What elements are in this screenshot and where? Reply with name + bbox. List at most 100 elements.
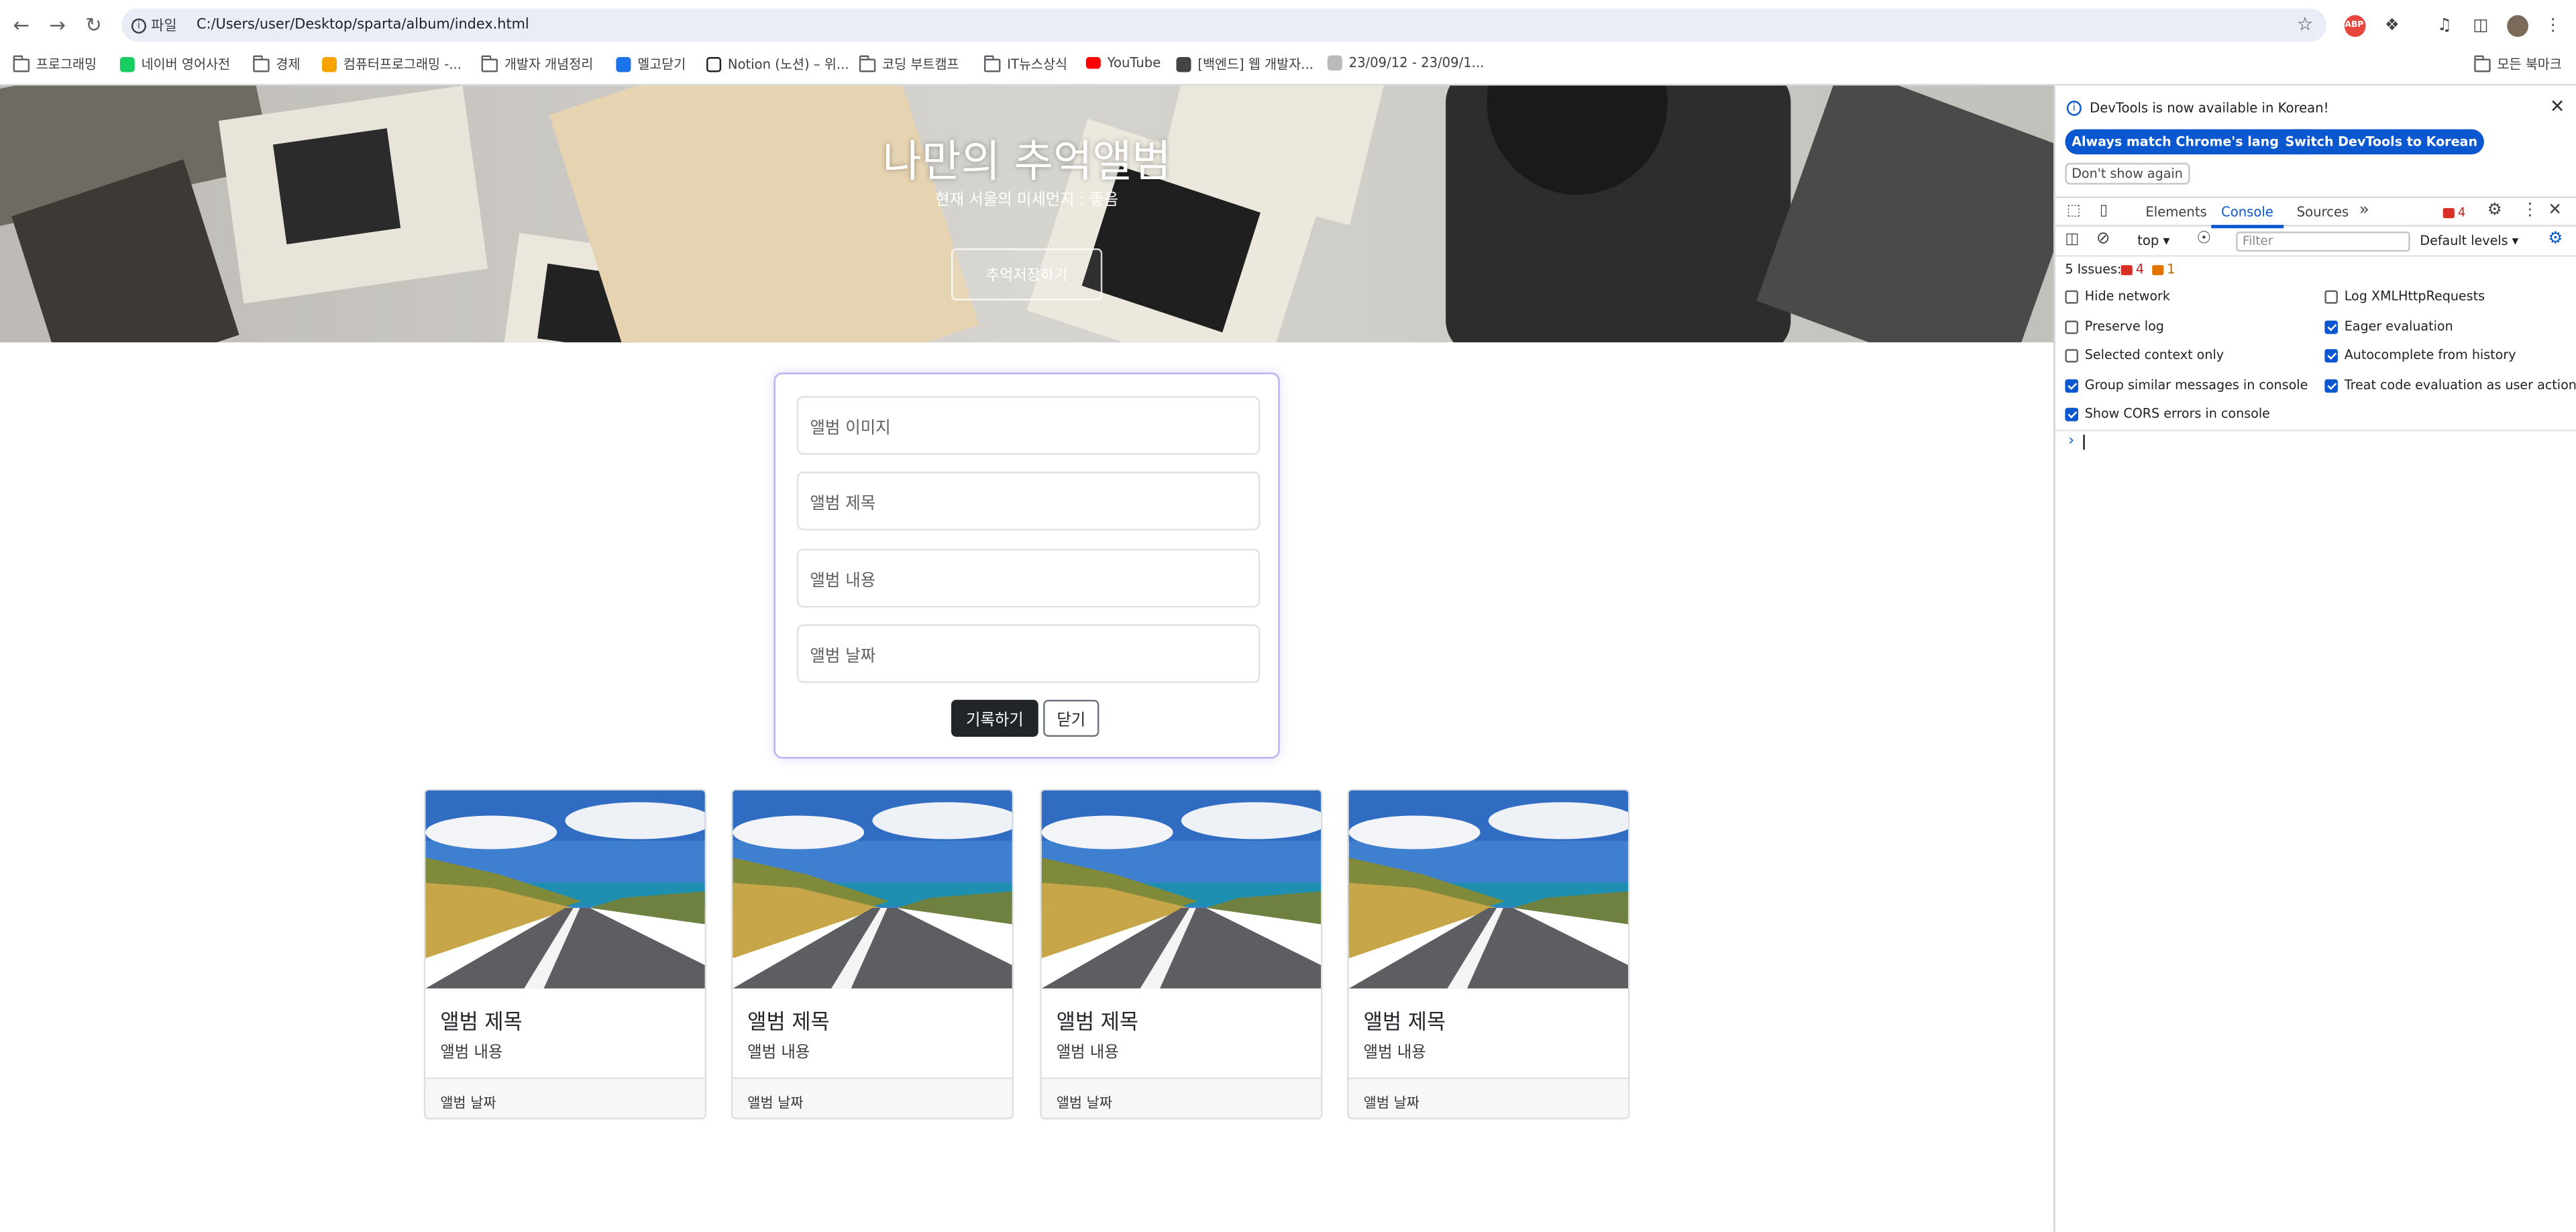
device-toolbar-icon[interactable]: ▯	[2100, 203, 2108, 220]
bookmark-item[interactable]: 프로그래밍	[13, 54, 97, 74]
option-show-cors-errors[interactable]: Show CORS errors in console	[2065, 406, 2270, 421]
option-autocomplete-history[interactable]: Autocomplete from history	[2324, 348, 2516, 362]
album-card[interactable]: 앨범 제목 앨범 내용 앨범 날짜	[1347, 788, 1630, 1120]
album-card[interactable]: 앨범 제목 앨범 내용 앨범 날짜	[423, 788, 707, 1120]
option-label: Treat code evaluation as user action	[2344, 377, 2576, 393]
bookmark-label: 멜고닫기	[637, 57, 686, 72]
option-preserve-log[interactable]: Preserve log	[2065, 319, 2164, 334]
bookmark-item[interactable]: 23/09/12 - 23/09/1...	[1327, 55, 1484, 71]
bookmark-item[interactable]: IT뉴스상식	[983, 54, 1067, 74]
checkbox-checked[interactable]	[2065, 378, 2078, 392]
hero-title: 나만의 추억앨범	[882, 138, 1171, 189]
eye-icon[interactable]: ☉	[2196, 230, 2211, 249]
album-card[interactable]: 앨범 제목 앨범 내용 앨범 날짜	[731, 788, 1014, 1120]
dont-show-again-button[interactable]: Don't show again	[2065, 162, 2190, 185]
bookmark-item[interactable]: Notion (노션) – 위...	[706, 56, 849, 74]
all-bookmarks[interactable]: 모든 북마크	[2474, 54, 2562, 74]
language-banner: i DevTools is now available in Korean! ✕…	[2055, 86, 2576, 190]
media-control-icon[interactable]: ♫	[2432, 12, 2458, 39]
folder-icon	[983, 54, 1001, 72]
option-treat-code-evaluation[interactable]: Treat code evaluation as user action	[2324, 378, 2576, 393]
tab-elements[interactable]: Elements	[2145, 205, 2206, 220]
console-settings-icon[interactable]: ⚙	[2548, 230, 2563, 249]
album-photo	[1348, 790, 1628, 989]
card-title: 앨범 제목	[1056, 1009, 1139, 1034]
console-prompt[interactable]: ›	[2055, 429, 2576, 453]
settings-gear-icon[interactable]: ⚙	[2487, 201, 2502, 220]
filter-input[interactable]: Filter	[2236, 232, 2410, 252]
bookmark-item[interactable]: [백엔드] 웹 개발자...	[1176, 56, 1313, 74]
site-info-chip[interactable]: i 파일	[121, 15, 186, 36]
devtools-panel: i DevTools is now available in Korean! ✕…	[2053, 85, 2576, 1232]
issues-row[interactable]: 5 Issues: 4 1	[2055, 257, 2576, 283]
log-levels-dropdown[interactable]: Default levels ▾	[2420, 234, 2518, 249]
bookmark-item[interactable]: 경제	[253, 54, 301, 74]
context-selector[interactable]: top ▾	[2137, 234, 2169, 249]
checkbox-checked[interactable]	[2324, 378, 2338, 392]
bookmark-label: 코딩 부트캠프	[882, 57, 959, 72]
menu-kebab-icon[interactable]: ⋮	[2540, 12, 2566, 39]
album-date-input[interactable]: 앨범 날짜	[796, 624, 1260, 683]
reload-icon[interactable]: ↻	[76, 7, 112, 44]
context-value: top	[2137, 233, 2159, 249]
levels-value: Default levels	[2420, 233, 2508, 249]
side-panel-icon[interactable]: ◫	[2467, 12, 2493, 39]
url-text[interactable]: C:/Users/user/Desktop/sparta/album/index…	[197, 17, 529, 34]
close-icon[interactable]: ✕	[2550, 96, 2565, 118]
tab-sources[interactable]: Sources	[2297, 205, 2349, 220]
option-log-xhr[interactable]: Log XMLHttpRequests	[2324, 289, 2485, 304]
card-title: 앨범 제목	[440, 1009, 523, 1034]
switch-korean-button[interactable]: Switch DevTools to Korean	[2278, 129, 2484, 155]
card-content: 앨범 내용	[747, 1043, 810, 1063]
hero-banner: 나만의 추억앨범 현재 서울의 미세먼지 : 좋음 추억저장하기	[0, 85, 2054, 343]
bookmark-item[interactable]: 멜고닫기	[616, 56, 686, 74]
adblock-extension-icon[interactable]: ABP	[2341, 12, 2367, 39]
folder-icon	[2474, 54, 2491, 72]
checkbox-checked[interactable]	[2324, 348, 2338, 362]
more-tabs-icon[interactable]: »	[2359, 201, 2369, 220]
option-label: Eager evaluation	[2344, 319, 2453, 334]
sidebar-toggle-icon[interactable]: ◫	[2065, 232, 2079, 248]
option-group-similar[interactable]: Group similar messages in console	[2065, 378, 2308, 393]
bookmark-label: 프로그래밍	[36, 57, 97, 72]
bookmark-item[interactable]: 개발자 개념정리	[481, 54, 593, 74]
bookmark-star-icon[interactable]: ☆	[2297, 13, 2313, 36]
back-icon[interactable]: ←	[3, 7, 40, 44]
checkbox-checked[interactable]	[2324, 319, 2338, 333]
error-counter[interactable]: 4	[2443, 205, 2465, 220]
tab-console[interactable]: Console	[2221, 205, 2273, 220]
inspect-element-icon[interactable]: ⬚	[2067, 203, 2081, 220]
browser-toolbar: ← → ↻ i 파일 C:/Users/user/Desktop/sparta/…	[0, 0, 2576, 51]
bookmark-item[interactable]: 코딩 부트캠프	[859, 54, 959, 74]
naver-dict-icon	[119, 57, 135, 72]
close-button[interactable]: 닫기	[1043, 699, 1099, 737]
forward-icon[interactable]: →	[40, 7, 76, 44]
option-selected-context[interactable]: Selected context only	[2065, 348, 2224, 362]
address-bar[interactable]: i 파일 C:/Users/user/Desktop/sparta/album/…	[121, 8, 2326, 42]
checkbox[interactable]	[2065, 289, 2078, 303]
save-memory-button[interactable]: 추억저장하기	[951, 248, 1103, 301]
bookmark-label: 네이버 영어사전	[141, 57, 231, 72]
option-hide-network[interactable]: Hide network	[2065, 289, 2170, 304]
record-button[interactable]: 기록하기	[951, 699, 1038, 737]
album-title-input[interactable]: 앨범 제목	[796, 471, 1260, 531]
info-icon: i	[131, 17, 146, 33]
folder-icon	[859, 54, 876, 72]
checkbox[interactable]	[2065, 319, 2078, 333]
clear-console-icon[interactable]: ⊘	[2096, 230, 2110, 249]
bookmark-item[interactable]: YouTube	[1085, 56, 1161, 70]
option-eager-evaluation[interactable]: Eager evaluation	[2324, 319, 2453, 334]
bookmark-item[interactable]: 네이버 영어사전	[119, 56, 231, 74]
extensions-puzzle-icon[interactable]: ❖	[2379, 12, 2405, 39]
checkbox[interactable]	[2324, 289, 2338, 303]
profile-avatar[interactable]	[2504, 12, 2530, 39]
album-image-input[interactable]: 앨범 이미지	[796, 396, 1260, 455]
checkbox-checked[interactable]	[2065, 407, 2078, 421]
album-photo	[1041, 790, 1321, 989]
album-content-input[interactable]: 앨범 내용	[796, 548, 1260, 608]
bookmark-item[interactable]: 컴퓨터프로그래밍 -...	[322, 56, 462, 74]
close-devtools-icon[interactable]: ✕	[2548, 201, 2562, 220]
album-card[interactable]: 앨범 제목 앨범 내용 앨범 날짜	[1040, 788, 1323, 1120]
checkbox[interactable]	[2065, 348, 2078, 362]
menu-kebab-icon[interactable]: ⋮	[2522, 201, 2538, 220]
